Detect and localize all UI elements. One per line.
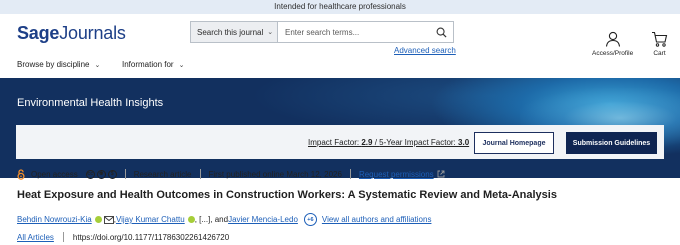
logo-part-journals: Journals: [59, 23, 126, 43]
doi-row: All Articles https://doi.org/10.1177/117…: [17, 232, 229, 242]
article-type: Research article: [133, 169, 192, 179]
sage-journals-logo[interactable]: SageJournals: [17, 23, 126, 44]
cc-license-icon: cc: [85, 169, 95, 179]
divider: [199, 169, 201, 179]
by-license-icon: ⚉: [96, 169, 106, 179]
nc-license-icon: $: [107, 169, 117, 179]
nav-browse-by-discipline[interactable]: Browse by discipline ⌄: [17, 60, 100, 69]
author-ellipsis: , [...], and: [194, 215, 229, 224]
author-list: Behdin Nowrouzi-Kia , Vijay Kumar Chattu…: [17, 213, 431, 226]
author-link[interactable]: Javier Mencia-Ledo: [228, 215, 298, 224]
divider: [62, 232, 64, 242]
chevron-down-icon: ⌄: [267, 29, 274, 36]
chevron-down-icon: ⌄: [94, 61, 101, 69]
user-icon: [605, 31, 620, 47]
site-header: SageJournals Search this journal ⌄ Advan…: [0, 14, 680, 59]
view-all-authors-link[interactable]: View all authors and affiliations: [322, 215, 432, 224]
nav-item-label: Information for: [122, 60, 174, 69]
hcp-notice-bar: Intended for healthcare professionals: [0, 0, 680, 14]
main-nav: Browse by discipline ⌄ Information for ⌄: [0, 58, 680, 72]
author-link[interactable]: Behdin Nowrouzi-Kia: [17, 215, 92, 224]
search-bar: Search this journal ⌄: [190, 21, 454, 43]
more-authors-badge[interactable]: +6: [303, 213, 317, 226]
journal-title[interactable]: Environmental Health Insights: [17, 97, 163, 109]
email-icon[interactable]: [103, 215, 114, 224]
open-access-label: Open access: [31, 169, 78, 179]
open-access-icon: [17, 168, 25, 180]
search-input[interactable]: [278, 22, 429, 42]
impact-factor-label: Impact Factor:: [308, 138, 362, 147]
five-year-impact-value: 3.0: [458, 138, 470, 147]
five-year-impact-label: 5-Year Impact Factor:: [379, 138, 459, 147]
journal-homepage-button[interactable]: Journal Homepage: [474, 132, 554, 154]
orcid-icon[interactable]: [94, 216, 102, 223]
search-scope-select[interactable]: Search this journal ⌄: [191, 22, 278, 42]
hcp-notice-text: Intended for healthcare professionals: [274, 2, 406, 11]
cart-label: Cart: [653, 50, 666, 57]
author-link[interactable]: Vijay Kumar Chattu: [116, 215, 185, 224]
doi-text[interactable]: https://doi.org/10.1177/1178630226142672…: [73, 233, 229, 242]
search-scope-label: Search this journal: [197, 27, 264, 37]
access-profile-button[interactable]: Access/Profile: [592, 31, 633, 57]
publication-date: First published online March 12, 2026: [208, 169, 342, 179]
submission-guidelines-button[interactable]: Submission Guidelines: [566, 132, 657, 154]
nav-information-for[interactable]: Information for ⌄: [122, 60, 184, 69]
nav-item-label: Browse by discipline: [17, 60, 90, 69]
impact-factor-link[interactable]: Impact Factor: 2.9 / 5-Year Impact Facto…: [308, 138, 469, 147]
advanced-search-link[interactable]: Advanced search: [394, 46, 456, 55]
article-title: Heat Exposure and Health Outcomes in Con…: [17, 189, 557, 201]
impact-factor-value: 2.9: [361, 138, 373, 147]
cart-button[interactable]: Cart: [651, 31, 668, 57]
logo-part-sage: Sage: [17, 23, 60, 43]
cart-icon: [652, 31, 668, 47]
article-meta-row: Open access cc ⚉ $ Research article Firs…: [17, 168, 445, 180]
all-articles-link[interactable]: All Articles: [17, 233, 54, 242]
chevron-down-icon: ⌄: [178, 61, 185, 69]
divider: [349, 169, 351, 179]
divider: [124, 169, 126, 179]
search-icon: [436, 27, 447, 38]
search-button[interactable]: [429, 22, 453, 42]
license-icons[interactable]: cc ⚉ $: [85, 169, 117, 179]
access-profile-label: Access/Profile: [592, 50, 634, 57]
orcid-icon[interactable]: [187, 216, 195, 223]
external-link-icon: [437, 170, 445, 178]
request-permissions-link[interactable]: Request permissions: [359, 170, 434, 179]
